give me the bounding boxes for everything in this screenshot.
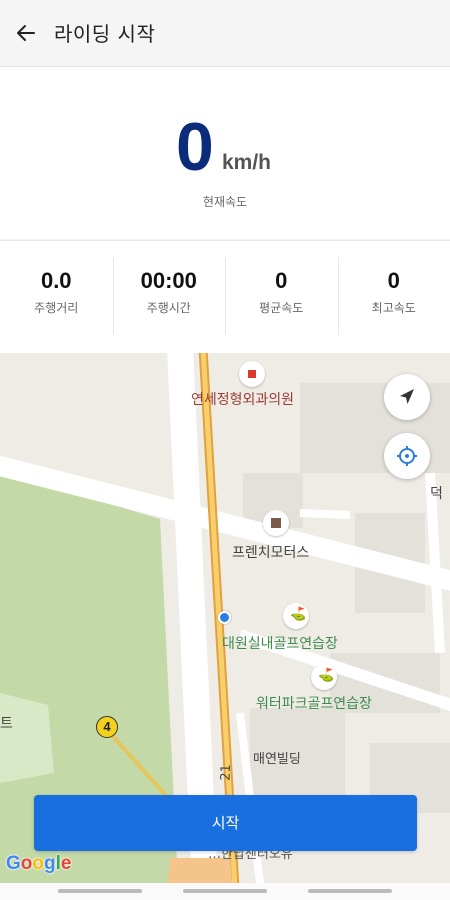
nav-back[interactable]	[308, 889, 392, 893]
golf-marker-icon[interactable]: ⛳	[311, 664, 337, 690]
google-attribution-logo: Google	[6, 853, 72, 874]
stat-label: 최고속도	[371, 301, 416, 315]
page-title: 라이딩 시작	[54, 22, 156, 46]
speed-panel: 0 km/h 현재속도	[0, 67, 450, 239]
store-marker-icon[interactable]	[263, 510, 289, 536]
street-number-label: 21	[218, 763, 235, 782]
hospital-marker-icon[interactable]	[239, 361, 265, 387]
crosshair-target-icon	[397, 446, 417, 466]
map-edge-label: 덕	[430, 486, 443, 502]
map-edge-label: 트	[0, 716, 13, 732]
locate-me-button[interactable]	[384, 433, 430, 479]
stat-value: 00:00	[140, 268, 197, 293]
poi-label-golf-2[interactable]: 워터파크골프연습장	[256, 693, 372, 713]
stat-distance: 0.0 주행거리	[0, 241, 113, 353]
current-speed-value: 0	[176, 109, 214, 185]
stat-value: 0	[275, 268, 288, 293]
stat-label: 주행시간	[146, 301, 191, 315]
speed-unit: km/h	[222, 151, 272, 174]
stat-value: 0	[387, 268, 400, 293]
golf-marker-icon[interactable]: ⛳	[283, 603, 309, 629]
stat-label: 평균속도	[259, 301, 304, 315]
building-label: 매연빌딩	[253, 752, 301, 767]
stat-average-speed: 0 평균속도	[225, 241, 338, 353]
stat-time: 00:00 주행시간	[112, 241, 226, 353]
navigate-button[interactable]	[384, 374, 430, 420]
ride-stats: 0.0 주행거리 00:00 주행시간 0 평균속도 0 최고속도	[0, 240, 450, 353]
stat-max-speed: 0 최고속도	[337, 241, 450, 353]
poi-label-golf-1[interactable]: 대원실내골프연습장	[222, 633, 338, 653]
poi-label-hospital[interactable]: 연세정형외과의원	[191, 389, 294, 409]
current-location-dot	[218, 611, 231, 624]
poi-label-store[interactable]: 프렌치모터스	[232, 542, 309, 562]
system-nav-bar	[0, 883, 450, 900]
navigation-arrow-icon	[400, 389, 414, 404]
start-ride-button[interactable]: 시작	[34, 795, 417, 851]
route-number-badge: 4	[96, 716, 118, 738]
current-speed-label: 현재속도	[202, 195, 248, 209]
back-arrow-icon[interactable]	[14, 21, 38, 45]
app-bar: 라이딩 시작	[0, 0, 450, 67]
stat-label: 주행거리	[34, 301, 79, 315]
nav-recent-apps[interactable]	[58, 889, 142, 893]
nav-home[interactable]	[183, 889, 267, 893]
stat-value: 0.0	[40, 268, 72, 293]
